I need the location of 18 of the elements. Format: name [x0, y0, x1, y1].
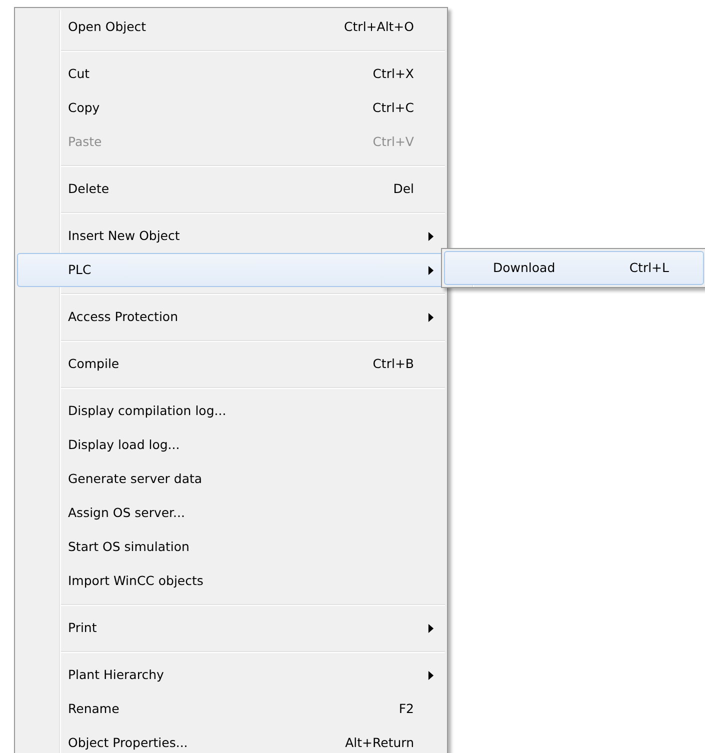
menu-item[interactable]: Download Ctrl+L	[444, 251, 704, 285]
menu-item[interactable]: Copy Ctrl+C	[17, 91, 445, 125]
menu-item[interactable]: Cut Ctrl+X	[17, 57, 445, 91]
menu-item[interactable]: Rename F2	[17, 692, 445, 726]
menu-item[interactable]: Display compilation log...	[17, 394, 445, 428]
menu-item[interactable]: Start OS simulation	[17, 530, 445, 564]
menu-item[interactable]: Plant Hierarchy	[17, 658, 445, 692]
menu-item[interactable]: Generate server data	[17, 462, 445, 496]
menu-item[interactable]: Access Protection	[17, 300, 445, 334]
menu-item[interactable]: Compile Ctrl+B	[17, 347, 445, 381]
menu-item[interactable]: Display load log...	[17, 428, 445, 462]
menu-item[interactable]: Delete Del	[17, 172, 445, 206]
menu-item[interactable]: Print	[17, 611, 445, 645]
menu-item[interactable]: Insert New Object	[17, 219, 445, 253]
menu-item[interactable]: Open Object Ctrl+Alt+O	[17, 10, 445, 44]
menu-item[interactable]: Object Properties... Alt+Return	[17, 726, 445, 753]
menu-item[interactable]: Assign OS server...	[17, 496, 445, 530]
menu-item[interactable]: Import WinCC objects	[17, 564, 445, 598]
